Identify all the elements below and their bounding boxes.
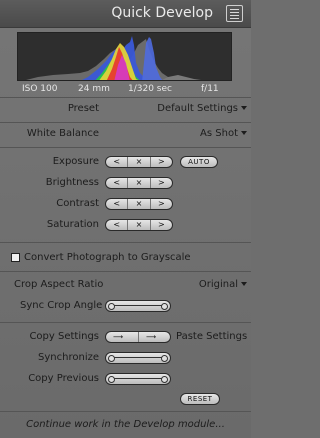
slider-knob-right (161, 375, 168, 383)
slider-knob-left (108, 302, 115, 310)
slider-track (112, 305, 164, 306)
shutter-speed-info: 1/320 sec (128, 84, 172, 94)
iso-info: ISO 100 (22, 84, 58, 94)
increase-button[interactable]: > (151, 178, 172, 188)
chevron-down-icon (241, 106, 247, 110)
copy-paste-settings-control[interactable]: ⟶ ⟶ (105, 331, 171, 343)
exposure-stepper[interactable]: < × > (105, 156, 173, 168)
white-balance-value: As Shot (200, 128, 238, 139)
sync-crop-angle-toggle[interactable] (105, 300, 171, 312)
chevron-down-icon (241, 131, 247, 135)
panel-menu-icon[interactable] (226, 5, 243, 22)
auto-tone-button[interactable]: AUTO (180, 156, 218, 168)
divider (0, 271, 251, 272)
reset-value-button[interactable]: × (128, 157, 151, 167)
decrease-button[interactable]: < (106, 157, 129, 167)
divider (0, 122, 251, 123)
increase-button[interactable]: > (151, 199, 172, 209)
divider (0, 242, 251, 243)
saturation-stepper[interactable]: < × > (105, 219, 173, 231)
contrast-stepper[interactable]: < × > (105, 198, 173, 210)
slider-knob-right (161, 354, 168, 362)
arrow-right-icon: ⟶ (146, 333, 157, 341)
synchronize-label: Synchronize (38, 352, 99, 363)
brightness-stepper[interactable]: < × > (105, 177, 173, 189)
white-balance-dropdown[interactable]: As Shot (200, 128, 247, 139)
exposure-label: Exposure (52, 156, 99, 167)
brightness-label: Brightness (45, 177, 99, 188)
grayscale-checkbox[interactable] (11, 253, 20, 262)
decrease-button[interactable]: < (106, 220, 129, 230)
crop-aspect-label: Crop Aspect Ratio (14, 279, 104, 290)
reset-value-button[interactable]: × (128, 199, 151, 209)
histogram-graph (26, 36, 201, 80)
grayscale-label: Convert Photograph to Grayscale (24, 252, 191, 263)
decrease-button[interactable]: < (106, 199, 129, 209)
copy-settings-label: Copy Settings (29, 331, 99, 342)
copy-previous-button[interactable] (105, 373, 171, 385)
reset-button[interactable]: RESET (180, 393, 220, 405)
paste-settings-label[interactable]: Paste Settings (176, 331, 247, 342)
reset-value-button[interactable]: × (128, 220, 151, 230)
saturation-label: Saturation (46, 219, 99, 230)
histogram (17, 32, 232, 81)
focal-length-info: 24 mm (78, 84, 110, 94)
preset-dropdown[interactable]: Default Settings (157, 103, 247, 114)
chevron-down-icon (241, 282, 247, 286)
slider-track (112, 378, 164, 379)
preset-value: Default Settings (157, 103, 238, 114)
continue-in-develop-link[interactable]: Continue work in the Develop module... (0, 419, 251, 430)
crop-aspect-dropdown[interactable]: Original (199, 279, 247, 290)
increase-button[interactable]: > (151, 220, 172, 230)
slider-knob-right (161, 302, 168, 310)
preset-label: Preset (67, 103, 99, 114)
synchronize-button[interactable] (105, 352, 171, 364)
sync-crop-angle-label: Sync Crop Angle (20, 300, 103, 311)
panel-title: Quick Develop (111, 5, 213, 21)
contrast-label: Contrast (56, 198, 99, 209)
crop-aspect-value: Original (198, 279, 238, 290)
copy-previous-label: Copy Previous (28, 373, 99, 384)
increase-button[interactable]: > (151, 157, 172, 167)
divider (0, 97, 251, 98)
divider (0, 322, 251, 323)
panel-header[interactable]: Quick Develop (0, 0, 251, 28)
reset-value-button[interactable]: × (128, 178, 151, 188)
slider-track (112, 357, 164, 358)
divider (0, 147, 251, 148)
decrease-button[interactable]: < (106, 178, 129, 188)
quick-develop-panel: Quick Develop ISO 100 24 mm 1/320 sec f/… (0, 0, 251, 438)
aperture-info: f/11 (201, 84, 219, 94)
white-balance-label: White Balance (26, 128, 99, 139)
arrow-right-icon: ⟶ (113, 333, 124, 341)
divider (0, 411, 251, 412)
slider-knob-left (108, 375, 115, 383)
slider-knob-left (108, 354, 115, 362)
